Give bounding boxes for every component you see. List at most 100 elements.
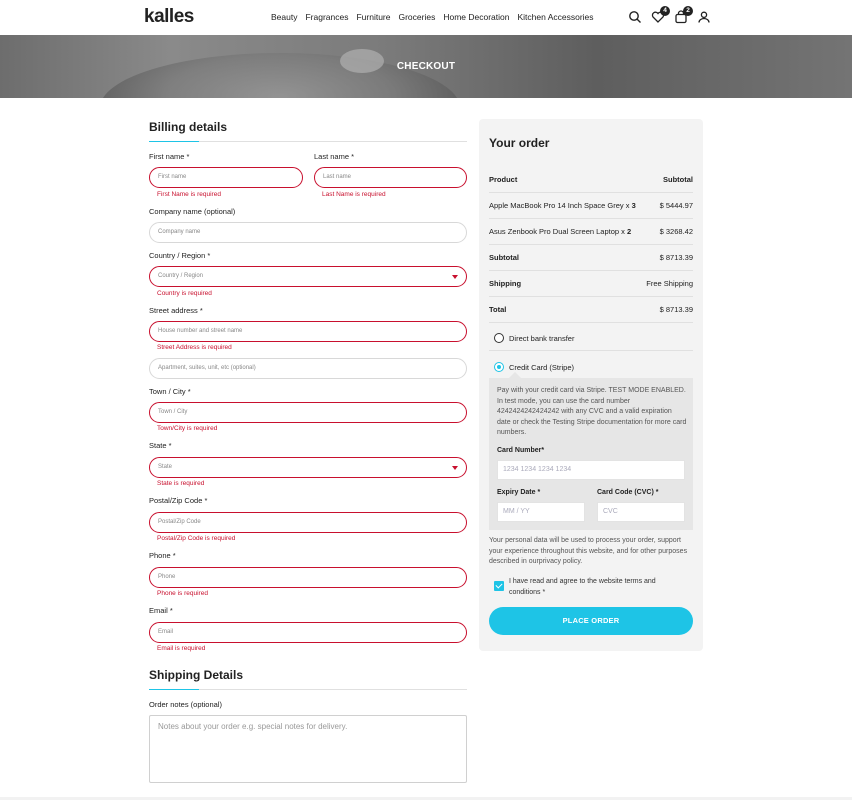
total-row: Total $ 8713.39	[489, 305, 693, 314]
order-notes-label: Order notes (optional)	[149, 700, 222, 709]
nav-item-home-decoration[interactable]: Home Decoration	[443, 12, 509, 22]
subtotal-row: Subtotal $ 8713.39	[489, 253, 693, 262]
nav-item-beauty[interactable]: Beauty	[271, 12, 297, 22]
billing-title: Billing details	[149, 120, 228, 134]
company-label: Company name (optional)	[149, 207, 236, 216]
card-number-label: Card Number*	[497, 447, 545, 454]
card-number-input[interactable]: 1234 1234 1234 1234	[497, 460, 685, 480]
order-item-price: $ 5444.97	[659, 201, 693, 210]
order-divider	[489, 322, 693, 323]
expiry-label: Expiry Date *	[497, 489, 541, 496]
state-select[interactable]: State	[149, 457, 467, 478]
phone-label: Phone *	[149, 551, 176, 560]
shipping-value: Free Shipping	[646, 279, 693, 288]
phone-error: Phone is required	[157, 590, 208, 597]
payment-stripe-label[interactable]: Credit Card (Stripe)	[509, 363, 574, 372]
first-name-field[interactable]: First name	[149, 167, 303, 188]
page-banner: CHECKOUT	[0, 35, 852, 98]
shipping-title: Shipping Details	[149, 668, 244, 682]
state-select-value: State	[158, 464, 173, 470]
first-name-error: First Name is required	[157, 191, 221, 198]
chevron-down-icon	[452, 275, 458, 279]
phone-field[interactable]: Phone	[149, 567, 467, 588]
wishlist-button[interactable]: 4	[651, 6, 670, 24]
stripe-description: Pay with your credit card via Stripe. TE…	[497, 387, 687, 436]
order-divider	[489, 270, 693, 271]
shipping-label: Shipping	[489, 279, 522, 288]
country-error: Country is required	[157, 290, 212, 297]
payment-bank-label[interactable]: Direct bank transfer	[509, 334, 574, 343]
banner-background-image	[100, 53, 460, 98]
street-field[interactable]: House number and street name	[149, 321, 467, 342]
user-icon[interactable]	[697, 10, 711, 24]
cart-button[interactable]: 2	[674, 6, 693, 24]
town-field[interactable]: Town / City	[149, 402, 467, 423]
last-name-label: Last name *	[314, 152, 355, 161]
total-label: Total	[489, 305, 507, 314]
cvc-input[interactable]: CVC	[597, 502, 685, 522]
town-label: Town / City *	[149, 387, 191, 396]
terms-checkbox[interactable]	[494, 581, 504, 591]
postal-label: Postal/Zip Code *	[149, 496, 208, 505]
nav-item-fragrances[interactable]: Fragrances	[305, 12, 348, 22]
street-error: Street Address is required	[157, 344, 232, 351]
subtotal-value: $ 8713.39	[659, 253, 693, 262]
main-nav: Beauty Fragrances Furniture Groceries Ho…	[271, 12, 602, 22]
last-name-error: Last Name is required	[322, 191, 386, 198]
order-item-qty: 2	[627, 227, 632, 236]
order-divider	[489, 296, 693, 297]
cvc-label: Card Code (CVC) *	[597, 489, 659, 496]
order-item-title: Apple MacBook Pro 14 Inch Space Grey x	[489, 201, 630, 210]
country-label: Country / Region *	[149, 251, 211, 260]
nav-item-groceries[interactable]: Groceries	[398, 12, 435, 22]
order-divider	[489, 350, 693, 351]
country-select[interactable]: Country / Region	[149, 266, 467, 287]
site-header: kalles Beauty Fragrances Furniture Groce…	[0, 0, 852, 35]
terms-label[interactable]: I have read and agree to the website ter…	[509, 576, 689, 598]
payment-bank-radio[interactable]	[494, 333, 504, 343]
last-name-field[interactable]: Last name	[314, 167, 467, 188]
street-label: Street address *	[149, 306, 203, 315]
expiry-input[interactable]: MM / YY	[497, 502, 585, 522]
country-select-value: Country / Region	[158, 273, 204, 279]
product-column-header: Product	[489, 175, 518, 184]
logo[interactable]: kalles	[144, 6, 194, 28]
order-item-row: Apple MacBook Pro 14 Inch Space Grey x 3…	[489, 201, 693, 210]
order-divider	[489, 244, 693, 245]
email-label: Email *	[149, 606, 173, 615]
order-title: Your order	[489, 136, 550, 150]
payment-stripe-radio[interactable]	[494, 362, 504, 372]
town-error: Town/City is required	[157, 425, 218, 432]
cart-count-badge: 2	[683, 6, 693, 16]
total-value: $ 8713.39	[659, 305, 693, 314]
state-label: State *	[149, 441, 172, 450]
nav-item-kitchen-accessories[interactable]: Kitchen Accessories	[517, 12, 593, 22]
order-header-row: Product Subtotal	[489, 175, 693, 184]
billing-divider	[149, 141, 467, 142]
shipping-divider	[149, 689, 467, 690]
apartment-field[interactable]: Apartment, suites, unit, etc (optional)	[149, 358, 467, 379]
page-title: CHECKOUT	[396, 61, 456, 72]
chevron-down-icon	[452, 466, 458, 470]
email-field[interactable]: Email	[149, 622, 467, 643]
order-item-title: Asus Zenbook Pro Dual Screen Laptop x	[489, 227, 625, 236]
nav-item-furniture[interactable]: Furniture	[356, 12, 390, 22]
order-notes-textarea[interactable]: Notes about your order e.g. special note…	[149, 715, 467, 783]
first-name-label: First name *	[149, 152, 190, 161]
postal-field[interactable]: Postal/Zip Code	[149, 512, 467, 533]
place-order-button[interactable]: PLACE ORDER	[489, 607, 693, 635]
order-item-price: $ 3268.42	[659, 227, 693, 236]
subtotal-column-header: Subtotal	[663, 175, 693, 184]
order-item-row: Asus Zenbook Pro Dual Screen Laptop x 2 …	[489, 227, 693, 236]
order-item-name: Apple MacBook Pro 14 Inch Space Grey x 3	[489, 201, 636, 210]
email-error: Email is required	[157, 645, 206, 652]
wishlist-count-badge: 4	[660, 6, 670, 16]
header-icons: 4 2	[628, 6, 720, 24]
company-field[interactable]: Company name	[149, 222, 467, 243]
postal-error: Postal/Zip Code is required	[157, 535, 236, 542]
search-icon[interactable]	[628, 10, 642, 24]
order-item-name: Asus Zenbook Pro Dual Screen Laptop x 2	[489, 227, 631, 236]
order-divider	[489, 192, 693, 193]
shipping-row: Shipping Free Shipping	[489, 279, 693, 288]
order-item-qty: 3	[631, 201, 636, 210]
